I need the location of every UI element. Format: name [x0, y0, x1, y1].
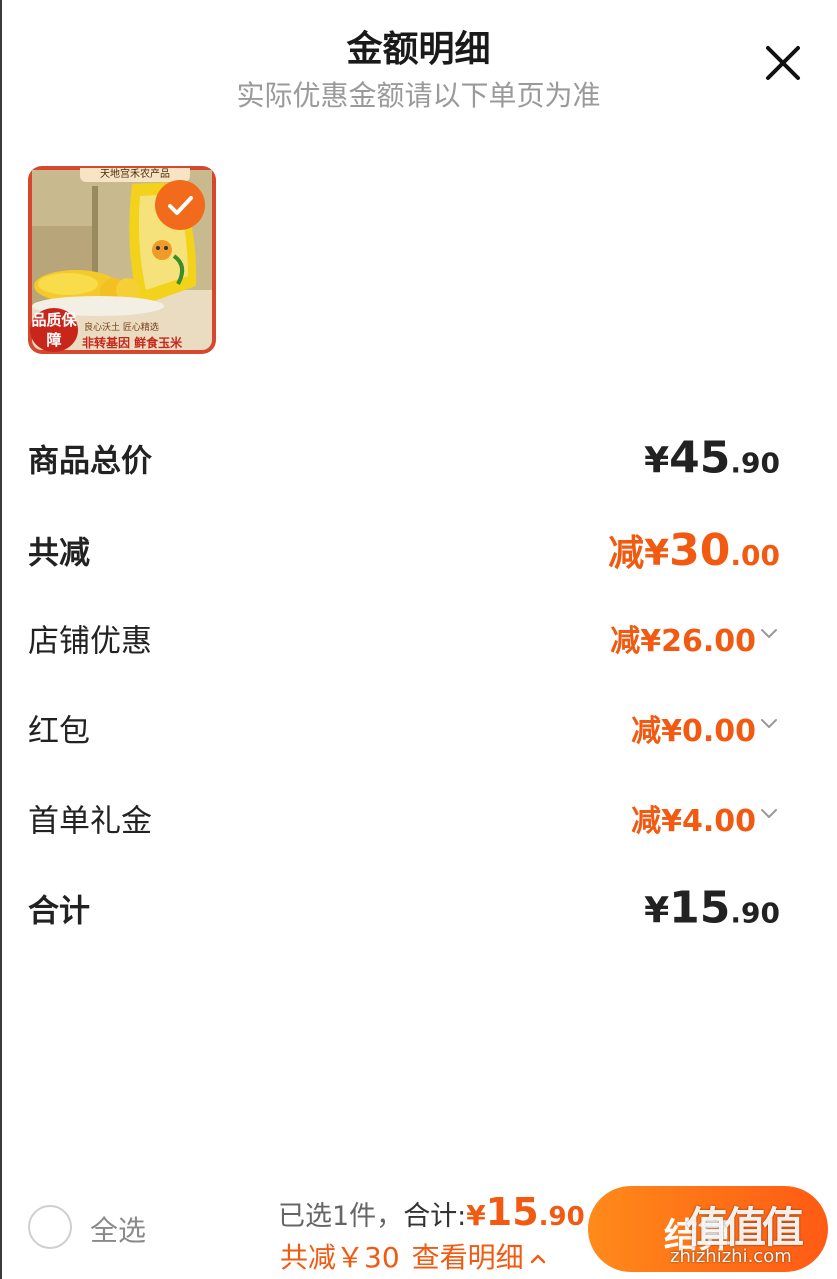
thumb-slogan-main: 非转基因 鲜食玉米: [82, 336, 183, 350]
select-all-label: 全选: [90, 1214, 147, 1247]
chevron-up-icon: [528, 1249, 548, 1269]
subtotal-amount: ¥45.90: [644, 432, 780, 484]
checkout-label: 结算: [664, 1216, 732, 1256]
discount-amount: 减¥0.00: [631, 714, 756, 749]
discount-label: 红包: [28, 713, 90, 750]
footer-total-currency: ¥: [466, 1199, 486, 1232]
discount-expand[interactable]: 减¥0.00: [631, 706, 780, 750]
quality-badge: 品质保障: [30, 308, 78, 352]
discount-row-first-order[interactable]: 首单礼金 减¥4.00: [28, 788, 780, 848]
subtotal-label: 商品总价: [28, 443, 152, 480]
footer-total-integer: 15: [485, 1190, 539, 1234]
chevron-down-icon: [758, 712, 780, 734]
chevron-down-icon: [758, 622, 780, 644]
discount-amount: 减¥26.00: [610, 624, 756, 659]
discount-label: 店铺优惠: [28, 623, 152, 660]
view-detail-link[interactable]: 共减￥30 查看明细: [280, 1236, 548, 1276]
view-detail-label: 查看明细: [411, 1241, 524, 1274]
close-icon: [766, 46, 800, 80]
discount-expand[interactable]: 减¥4.00: [631, 796, 780, 840]
total-discount-label: 共减: [28, 535, 90, 572]
total-amount: ¥15.90: [644, 882, 780, 934]
cart-summary: 已选1件，合计:¥15.90: [278, 1190, 585, 1234]
close-button[interactable]: [760, 40, 806, 86]
chevron-down-icon: [758, 802, 780, 824]
discount-row-shop[interactable]: 店铺优惠 减¥26.00: [28, 608, 780, 668]
footer-total-decimal: .90: [538, 1202, 585, 1232]
page-title: 金额明细: [346, 29, 491, 70]
discount-expand[interactable]: 减¥26.00: [610, 616, 780, 660]
checkout-button[interactable]: 结算: [588, 1186, 828, 1272]
selected-count: 已选1件，: [278, 1201, 404, 1232]
discount-label: 首单礼金: [28, 803, 152, 840]
discount-amount: 减¥4.00: [631, 804, 756, 839]
total-row: 合计 ¥15.90: [28, 878, 780, 938]
page-subtitle: 实际优惠金额请以下单页为准: [236, 79, 601, 112]
select-all-radio[interactable]: [28, 1205, 72, 1249]
discount-row-redpacket[interactable]: 红包 减¥0.00: [28, 698, 780, 758]
thumb-slogan: 良心沃土 匠心精选: [84, 323, 159, 333]
footer-total-label: 合计:: [403, 1201, 467, 1232]
total-label: 合计: [28, 893, 90, 930]
product-select-checkbox[interactable]: [155, 180, 205, 230]
total-discount-row: 共减 减¥30.00: [28, 520, 780, 580]
total-discount-amount: 减¥30.00: [608, 525, 780, 576]
check-icon: [168, 196, 193, 215]
footer-discount-text: 共减￥30: [280, 1241, 400, 1274]
subtotal-row: 商品总价 ¥45.90: [28, 428, 780, 488]
window-edge: [0, 0, 2, 1279]
